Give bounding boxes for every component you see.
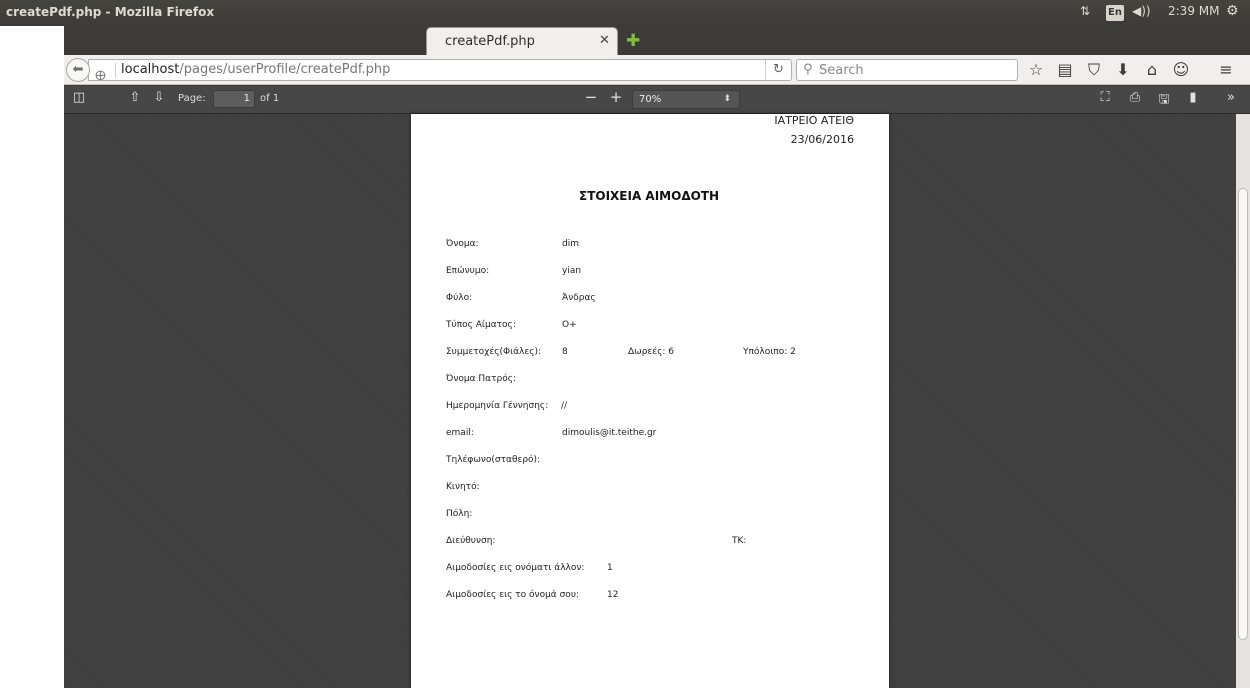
postal-code-label: ΤΚ:	[732, 536, 747, 546]
previous-page-icon[interactable]: ⇧	[126, 90, 144, 105]
pocket-icon[interactable]: ⛉	[1084, 60, 1104, 80]
bookmark-icon[interactable]: ▮	[1184, 90, 1202, 105]
search-placeholder: Search	[819, 63, 864, 78]
pdf-page: ΙΑΤΡΕΙΟ ΑΤΕΙΘ 23/06/2016 ΣΤΟΙΧΕΙΑ ΑΙΜΟΔΟ…	[411, 114, 889, 688]
sidebar-toggle-icon[interactable]: ◫	[70, 90, 88, 105]
field-value: 1	[607, 563, 613, 573]
tab-bar	[64, 26, 1250, 55]
hello-chat-icon[interactable]: ☺	[1171, 60, 1191, 79]
field-value: dimoulis@it.teithe.gr	[562, 428, 657, 438]
donations-count: Δωρεές: 6	[628, 347, 675, 357]
zoom-select[interactable]: 70% ⬍	[632, 90, 740, 109]
field-label: Τύπος Αίματος:	[446, 320, 516, 330]
volume-icon[interactable]: ◀))	[1132, 4, 1151, 18]
scrollbar-thumb[interactable]	[1238, 188, 1248, 640]
clock[interactable]: 2:39 ΜΜ	[1168, 4, 1219, 18]
desktop-background	[0, 26, 64, 688]
url-path: /pages/userProfile/createPdf.php	[179, 62, 391, 77]
page-number-input[interactable]: 1	[213, 90, 255, 108]
field-label: Αιμοδοσίες εις ονόματι άλλον:	[446, 563, 585, 573]
field-label: Επώνυμο:	[446, 266, 490, 276]
field-label: Συμμετοχές(Φιάλες):	[446, 347, 542, 357]
remaining-count: Υπόλοιπο: 2	[743, 347, 796, 357]
clinic-name: ΙΑΤΡΕΙΟ ΑΤΕΙΘ	[774, 114, 854, 127]
print-icon[interactable]: ⎙	[1126, 90, 1144, 105]
url-host: localhost	[121, 62, 180, 77]
home-icon[interactable]: ⌂	[1142, 60, 1162, 79]
zoom-in-icon[interactable]: +	[607, 88, 625, 106]
tab-createpdf[interactable]: createPdf.php ✕	[426, 27, 618, 55]
new-tab-plus-icon[interactable]: ✚	[626, 31, 640, 51]
bookmark-star-icon[interactable]: ☆	[1026, 60, 1046, 79]
network-icon[interactable]: ⇅	[1080, 4, 1090, 18]
download-icon[interactable]: 🖫	[1155, 90, 1173, 112]
tab-title: createPdf.php	[445, 34, 535, 49]
field-value: Άνδρας	[562, 293, 596, 303]
menu-hamburger-icon[interactable]: ≡	[1216, 60, 1236, 79]
field-label: Κινητό:	[446, 482, 480, 492]
field-label: email:	[446, 428, 474, 438]
search-icon: ⚲	[803, 62, 813, 77]
field-label: Διεύθυνση:	[446, 536, 496, 546]
tools-chevron-icon[interactable]: »	[1222, 90, 1240, 105]
site-identity-icon[interactable]: 🜨	[95, 62, 106, 88]
tab-close-icon[interactable]: ✕	[599, 33, 610, 48]
field-label: Ημερομηνία Γέννησης:	[446, 401, 549, 411]
downloads-icon[interactable]: ⬇	[1113, 60, 1133, 79]
chevron-updown-icon: ⬍	[723, 94, 731, 104]
field-label: Όνομα Πατρός:	[446, 374, 517, 384]
document-title: ΣΤΟΙΧΕΙΑ ΑΙΜΟΔΟΤΗ	[579, 189, 720, 203]
field-value: dim	[562, 239, 579, 249]
field-value: //	[561, 401, 568, 411]
reload-icon[interactable]: ↻	[765, 60, 791, 80]
search-input[interactable]: ⚲ Search	[796, 59, 1018, 81]
field-label: Αιμοδοσίες εις το όνομά σου:	[446, 590, 580, 600]
window-title: createPdf.php - Mozilla Firefox	[6, 5, 215, 19]
document-date: 23/06/2016	[790, 133, 854, 146]
zoom-value: 70%	[639, 94, 662, 105]
field-label: Τηλέφωνο(σταθερό):	[446, 455, 541, 465]
settings-gear-icon[interactable]: ⚙	[1226, 3, 1239, 19]
presentation-mode-icon[interactable]: ⛶	[1096, 90, 1114, 105]
field-label: Φύλο:	[446, 293, 473, 303]
field-label: Όνομα:	[446, 239, 479, 249]
field-value: yian	[562, 266, 582, 276]
page-label: Page:	[178, 93, 206, 104]
zoom-out-icon[interactable]: −	[582, 88, 600, 106]
url-text[interactable]: localhost/pages/userProfile/createPdf.ph…	[121, 62, 390, 77]
page-count: of 1	[260, 93, 280, 104]
url-separator	[115, 63, 116, 78]
field-value: O+	[562, 320, 577, 330]
field-value: 8	[562, 347, 568, 357]
keyboard-language-indicator[interactable]: En	[1106, 5, 1124, 21]
field-value: 12	[607, 590, 619, 600]
reading-list-icon[interactable]: ▤	[1055, 60, 1075, 79]
next-page-icon[interactable]: ⇩	[150, 90, 168, 105]
os-top-bar: createPdf.php - Mozilla Firefox ⇅ En ◀))…	[0, 0, 1250, 26]
url-bar[interactable]: 🜨 localhost/pages/userProfile/createPdf.…	[88, 59, 792, 84]
back-arrow-icon[interactable]: ⬅	[66, 58, 90, 82]
field-label: Πόλη:	[446, 509, 473, 519]
